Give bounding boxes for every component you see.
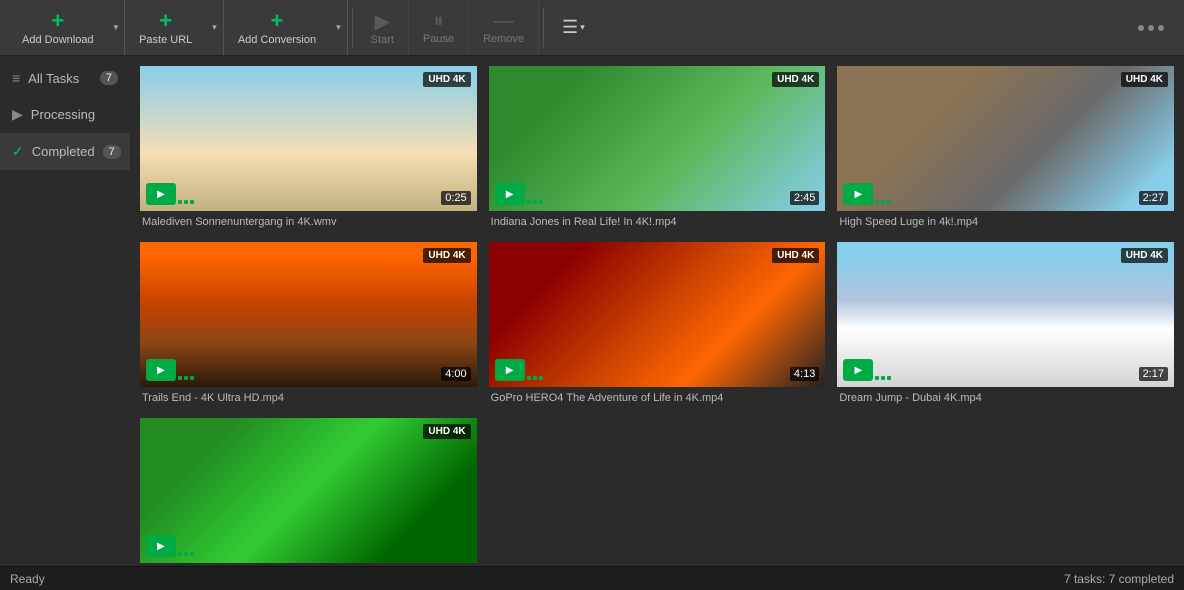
sidebar-label-completed: Completed [32, 144, 95, 159]
paste-url-button[interactable]: + Paste URL [125, 0, 206, 55]
duration-badge: 0:25 [441, 191, 470, 205]
uhd-badge: UHD 4K [423, 424, 470, 439]
add-download-dropdown[interactable]: ▾ [108, 0, 125, 55]
paste-url-group: + Paste URL ▾ [125, 0, 224, 55]
video-title: Dream Jump - Dubai 4K.mp4 [837, 387, 1174, 406]
pause-button[interactable]: ⏸ Pause [409, 0, 469, 55]
video-thumbnail: UHD 4K [140, 418, 477, 563]
video-item-7[interactable]: UHD 4K UHD Bird 4K.mp4 [140, 418, 477, 566]
sidebar-item-completed[interactable]: ✓ Completed 7 [0, 133, 130, 170]
video-item-2[interactable]: UHD 4K 2:45 Indiana Jones in Real Life! … [489, 66, 826, 230]
play-dots [178, 376, 194, 380]
video-thumbnail: UHD 4K 2:27 [837, 66, 1174, 211]
duration-badge: 2:17 [1139, 367, 1168, 381]
play-button[interactable] [495, 183, 525, 205]
add-download-label: Add Download [22, 34, 94, 46]
uhd-badge: UHD 4K [423, 248, 470, 263]
all-tasks-badge: 7 [100, 71, 118, 85]
duration-badge: 2:27 [1139, 191, 1168, 205]
add-download-button[interactable]: + Add Download [8, 0, 108, 55]
main-area: ≡ All Tasks 7 ▶ Processing ✓ Completed 7… [0, 56, 1184, 566]
video-thumbnail: UHD 4K 2:45 [489, 66, 826, 211]
start-label: Start [371, 34, 394, 46]
sidebar: ≡ All Tasks 7 ▶ Processing ✓ Completed 7 [0, 56, 130, 566]
menu-arrow-icon: ▾ [580, 22, 585, 33]
video-item-1[interactable]: UHD 4K 0:25 Malediven Sonnenuntergang in… [140, 66, 477, 230]
play-dots [527, 376, 543, 380]
video-item-3[interactable]: UHD 4K 2:27 High Speed Luge in 4k!.mp4 [837, 66, 1174, 230]
play-dots [527, 200, 543, 204]
video-title: GoPro HERO4 The Adventure of Life in 4K.… [489, 387, 826, 406]
statusbar: Ready 7 tasks: 7 completed [0, 566, 1184, 590]
add-conversion-dropdown[interactable]: ▾ [330, 0, 347, 55]
add-conversion-group: + Add Conversion ▾ [224, 0, 348, 55]
start-icon: ▶ [375, 9, 390, 34]
duration-badge: 4:00 [441, 367, 470, 381]
sidebar-label-all-tasks: All Tasks [28, 71, 79, 86]
dot-icon-3 [1158, 25, 1164, 31]
add-download-group: + Add Download ▾ [8, 0, 125, 55]
add-conversion-button[interactable]: + Add Conversion [224, 0, 330, 55]
separator-1 [352, 8, 353, 47]
play-button[interactable] [843, 183, 873, 205]
uhd-badge: UHD 4K [1121, 248, 1168, 263]
add-conversion-label: Add Conversion [238, 34, 316, 46]
processing-icon: ▶ [12, 106, 23, 123]
uhd-badge: UHD 4K [1121, 72, 1168, 87]
sidebar-item-all-tasks[interactable]: ≡ All Tasks 7 [0, 60, 130, 96]
uhd-badge: UHD 4K [772, 72, 819, 87]
pause-label: Pause [423, 33, 454, 45]
remove-button[interactable]: — Remove [469, 0, 539, 55]
menu-button[interactable]: ☰ ▾ [552, 0, 595, 55]
paste-url-label: Paste URL [139, 34, 192, 46]
play-dots [875, 200, 891, 204]
toolbar: + Add Download ▾ + Paste URL ▾ + Add Con… [0, 0, 1184, 56]
play-dots [178, 552, 194, 556]
remove-label: Remove [483, 33, 524, 45]
video-thumbnail: UHD 4K 4:00 [140, 242, 477, 387]
duration-badge: 2:45 [790, 191, 819, 205]
status-right: 7 tasks: 7 completed [1064, 572, 1174, 586]
content-area: UHD 4K 0:25 Malediven Sonnenuntergang in… [130, 56, 1184, 566]
play-button[interactable] [495, 359, 525, 381]
play-button[interactable] [843, 359, 873, 381]
list-icon: ≡ [12, 70, 20, 86]
video-title: Indiana Jones in Real Life! In 4K!.mp4 [489, 211, 826, 230]
video-item-6[interactable]: UHD 4K 2:17 Dream Jump - Dubai 4K.mp4 [837, 242, 1174, 406]
completed-icon: ✓ [12, 143, 24, 160]
separator-2 [543, 8, 544, 47]
video-title: Malediven Sonnenuntergang in 4K.wmv [140, 211, 477, 230]
remove-icon: — [494, 10, 514, 33]
video-thumbnail: UHD 4K 0:25 [140, 66, 477, 211]
pause-icon: ⏸ [433, 10, 443, 33]
plus-icon: + [51, 10, 64, 32]
uhd-badge: UHD 4K [772, 248, 819, 263]
sidebar-item-processing[interactable]: ▶ Processing [0, 96, 130, 133]
completed-badge: 7 [103, 145, 121, 159]
paste-url-dropdown[interactable]: ▾ [206, 0, 223, 55]
play-button[interactable] [146, 535, 176, 557]
plus-icon-2: + [159, 10, 172, 32]
video-item-4[interactable]: UHD 4K 4:00 Trails End - 4K Ultra HD.mp4 [140, 242, 477, 406]
dot-icon-1 [1138, 25, 1144, 31]
status-left: Ready [10, 572, 45, 586]
video-thumbnail: UHD 4K 2:17 [837, 242, 1174, 387]
more-options-button[interactable] [1126, 21, 1176, 35]
video-title: Trails End - 4K Ultra HD.mp4 [140, 387, 477, 406]
hamburger-icon: ☰ [562, 17, 578, 38]
play-dots [875, 376, 891, 380]
video-title: High Speed Luge in 4k!.mp4 [837, 211, 1174, 230]
video-thumbnail: UHD 4K 4:13 [489, 242, 826, 387]
dot-icon-2 [1148, 25, 1154, 31]
video-grid: UHD 4K 0:25 Malediven Sonnenuntergang in… [140, 66, 1174, 566]
play-dots [178, 200, 194, 204]
duration-badge: 4:13 [790, 367, 819, 381]
uhd-badge: UHD 4K [423, 72, 470, 87]
play-button[interactable] [146, 183, 176, 205]
start-button[interactable]: ▶ Start [357, 0, 409, 55]
video-item-5[interactable]: UHD 4K 4:13 GoPro HERO4 The Adventure of… [489, 242, 826, 406]
play-button[interactable] [146, 359, 176, 381]
sidebar-label-processing: Processing [31, 107, 95, 122]
plus-icon-3: + [271, 10, 284, 32]
